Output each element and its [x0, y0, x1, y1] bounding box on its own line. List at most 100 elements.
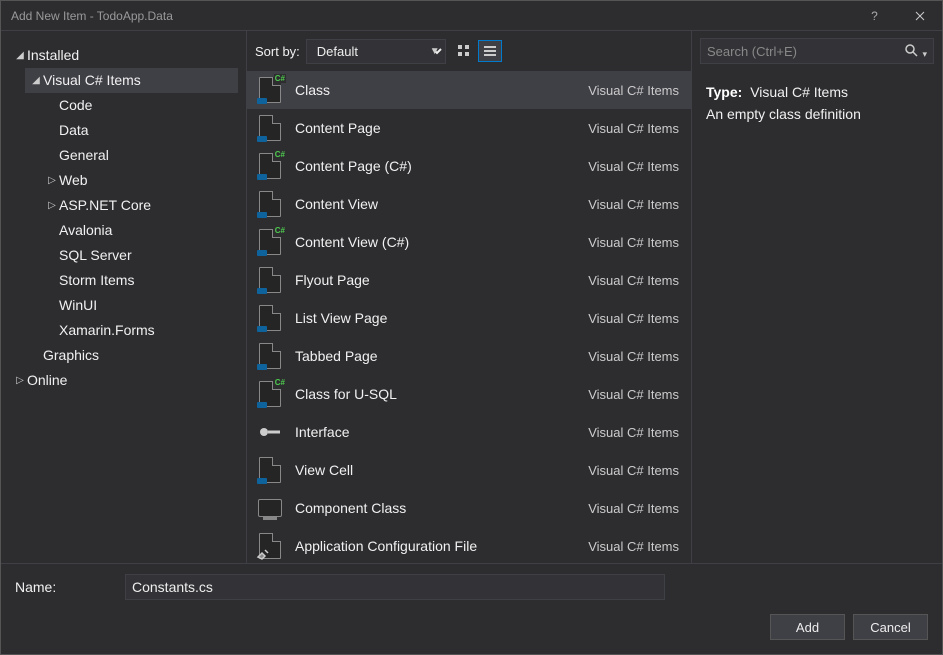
- sort-bar: Sort by: Default ▼: [247, 31, 691, 71]
- tree-label: SQL Server: [59, 245, 132, 266]
- tree-node-code[interactable]: Code: [41, 93, 238, 118]
- tree-node-graphics[interactable]: Graphics: [25, 343, 238, 368]
- template-name: Tabbed Page: [295, 348, 588, 364]
- template-category: Visual C# Items: [588, 425, 679, 440]
- tree-label: Graphics: [43, 345, 99, 366]
- template-category: Visual C# Items: [588, 539, 679, 554]
- template-row[interactable]: Component ClassVisual C# Items: [247, 489, 691, 527]
- tree-label: ASP.NET Core: [59, 195, 151, 216]
- search-input[interactable]: [707, 44, 900, 59]
- page-file-icon: [255, 455, 285, 485]
- template-row[interactable]: Content ViewVisual C# Items: [247, 185, 691, 223]
- name-input[interactable]: [125, 574, 665, 600]
- tree-node-winui[interactable]: WinUI: [41, 293, 238, 318]
- tree-node-avalonia[interactable]: Avalonia: [41, 218, 238, 243]
- template-category: Visual C# Items: [588, 349, 679, 364]
- help-button[interactable]: ?: [852, 1, 897, 31]
- cancel-button[interactable]: Cancel: [853, 614, 928, 640]
- close-icon: [915, 11, 925, 21]
- page-file-icon: [255, 303, 285, 333]
- template-category: Visual C# Items: [588, 197, 679, 212]
- template-row[interactable]: C#Content Page (C#)Visual C# Items: [247, 147, 691, 185]
- template-category: Visual C# Items: [588, 273, 679, 288]
- page-file-icon: [255, 341, 285, 371]
- template-row[interactable]: Tabbed PageVisual C# Items: [247, 337, 691, 375]
- template-category: Visual C# Items: [588, 463, 679, 478]
- template-name: Class for U-SQL: [295, 386, 588, 402]
- add-button[interactable]: Add: [770, 614, 845, 640]
- class-file-icon: C#: [255, 151, 285, 181]
- details-panel: ▾ Type: Visual C# Items An empty class d…: [692, 31, 942, 563]
- tree-label: Storm Items: [59, 270, 134, 291]
- template-category: Visual C# Items: [588, 387, 679, 402]
- class-file-icon: C#: [255, 379, 285, 409]
- tree-label: Data: [59, 120, 89, 141]
- template-row[interactable]: Application Configuration FileVisual C# …: [247, 527, 691, 563]
- tree-node-data[interactable]: Data: [41, 118, 238, 143]
- template-category: Visual C# Items: [588, 501, 679, 516]
- view-grid-button[interactable]: [452, 40, 476, 62]
- close-button[interactable]: [897, 1, 942, 31]
- template-category: Visual C# Items: [588, 235, 679, 250]
- template-row[interactable]: Content PageVisual C# Items: [247, 109, 691, 147]
- tree-label: Code: [59, 95, 92, 116]
- component-icon: [255, 493, 285, 523]
- template-row[interactable]: Flyout PageVisual C# Items: [247, 261, 691, 299]
- grid-icon: [457, 44, 471, 58]
- window-title: Add New Item - TodoApp.Data: [11, 9, 852, 23]
- page-file-icon: [255, 113, 285, 143]
- chevron-right-icon: ▷: [13, 370, 27, 391]
- chevron-right-icon: ▷: [45, 195, 59, 216]
- template-row[interactable]: List View PageVisual C# Items: [247, 299, 691, 337]
- chevron-down-icon: ◢: [13, 45, 27, 66]
- page-file-icon: [255, 189, 285, 219]
- tree-node-online[interactable]: ▷ Online: [9, 368, 238, 393]
- template-row[interactable]: InterfaceVisual C# Items: [247, 413, 691, 451]
- template-row[interactable]: C#Content View (C#)Visual C# Items: [247, 223, 691, 261]
- template-row[interactable]: C# Class for U-SQLVisual C# Items: [247, 375, 691, 413]
- template-row[interactable]: C# ClassVisual C# Items: [247, 71, 691, 109]
- template-name: Application Configuration File: [295, 538, 588, 554]
- tree-node-sql-server[interactable]: SQL Server: [41, 243, 238, 268]
- sort-select[interactable]: Default: [306, 39, 446, 64]
- tree-node-xamarin-forms[interactable]: Xamarin.Forms: [41, 318, 238, 343]
- search-icon[interactable]: ▾: [900, 43, 927, 60]
- template-category: Visual C# Items: [588, 83, 679, 98]
- tree-label: General: [59, 145, 109, 166]
- template-row[interactable]: View CellVisual C# Items: [247, 451, 691, 489]
- sort-label: Sort by:: [255, 44, 300, 59]
- interface-icon: [255, 417, 285, 447]
- template-name: Content Page: [295, 120, 588, 136]
- template-name: Content Page (C#): [295, 158, 588, 174]
- tree-label: Visual C# Items: [43, 70, 141, 91]
- template-list[interactable]: C#ClassVisual C# ItemsContent PageVisual…: [247, 71, 691, 563]
- tree-node-general[interactable]: General: [41, 143, 238, 168]
- tree-node-installed[interactable]: ◢ Installed: [9, 43, 238, 68]
- list-icon: [483, 44, 497, 58]
- tree-label: Online: [27, 370, 67, 391]
- title-bar: Add New Item - TodoApp.Data ?: [1, 1, 942, 31]
- search-box[interactable]: ▾: [700, 38, 934, 64]
- chevron-down-icon: ◢: [29, 70, 43, 91]
- tree-label: Installed: [27, 45, 79, 66]
- template-panel: Sort by: Default ▼ C#ClassVisual C# Item…: [246, 31, 692, 563]
- type-value: Visual C# Items: [750, 84, 848, 100]
- class-file-icon: C#: [255, 75, 285, 105]
- template-name: List View Page: [295, 310, 588, 326]
- view-list-button[interactable]: [478, 40, 502, 62]
- tree-label: Web: [59, 170, 88, 191]
- template-category: Visual C# Items: [588, 311, 679, 326]
- template-name: Interface: [295, 424, 588, 440]
- tree-node-visual-csharp-items[interactable]: ◢ Visual C# Items: [25, 68, 238, 93]
- template-name: Component Class: [295, 500, 588, 516]
- tree-label: Avalonia: [59, 220, 112, 241]
- name-label: Name:: [15, 579, 125, 595]
- template-name: Class: [295, 82, 588, 98]
- tree-node-web[interactable]: ▷Web: [41, 168, 238, 193]
- type-label: Type:: [706, 84, 742, 100]
- tree-node-storm-items[interactable]: Storm Items: [41, 268, 238, 293]
- class-file-icon: C#: [255, 227, 285, 257]
- template-name: Flyout Page: [295, 272, 588, 288]
- tree-node-asp-net-core[interactable]: ▷ASP.NET Core: [41, 193, 238, 218]
- template-description: An empty class definition: [706, 103, 928, 125]
